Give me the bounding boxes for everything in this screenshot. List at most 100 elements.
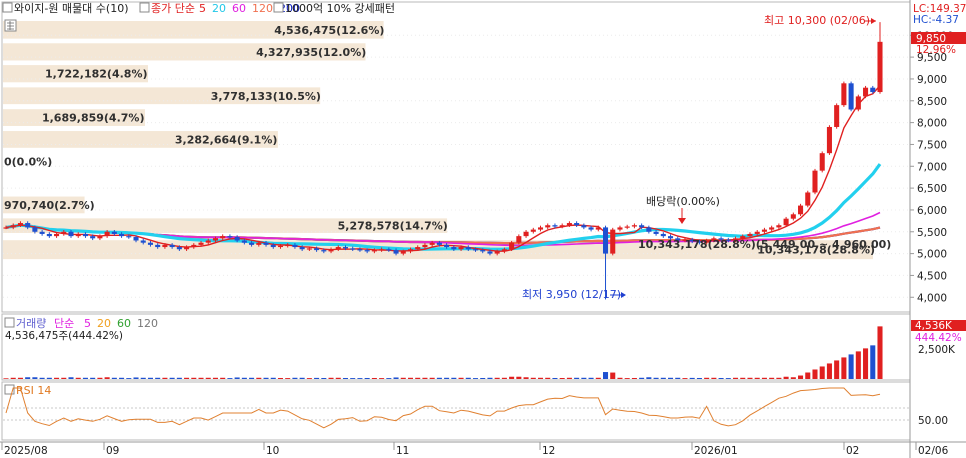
candle-body xyxy=(147,242,153,245)
price-tick-label: 5,500 xyxy=(917,227,947,239)
volume-bar xyxy=(602,372,609,379)
pattern-legend-label[interactable]: 1000억 10% 강세패턴 xyxy=(285,2,395,15)
volume-bar xyxy=(848,354,854,379)
candle-body xyxy=(198,242,204,245)
candle-body xyxy=(559,225,565,227)
price-tick-label: 9,000 xyxy=(917,74,947,86)
volume-bar xyxy=(877,326,883,379)
volume-bar xyxy=(364,377,370,379)
current-range-label: 10,343,178(28.8%)(5,449.00 ~ 4,960.00) xyxy=(638,238,891,251)
volume-bar xyxy=(328,377,334,379)
series-title[interactable]: 와이지-원 매물대 수(10) xyxy=(14,2,129,15)
volume-ma-label: 단순 xyxy=(54,317,74,330)
candle-body xyxy=(465,247,471,250)
candle-body xyxy=(97,236,103,239)
candle-body xyxy=(400,251,406,254)
volume-bar xyxy=(17,377,23,379)
pattern-checkbox[interactable] xyxy=(273,2,284,13)
volume-badge-pct: 444.42% xyxy=(915,332,962,344)
candle-body xyxy=(848,83,854,110)
volume-bar xyxy=(733,377,739,379)
volume-profile-label: 0(0.0%) xyxy=(4,155,52,168)
dividend-annotation: 배당락(0.00%) xyxy=(646,195,720,208)
volume-bar xyxy=(205,377,211,379)
candle-body xyxy=(104,231,110,237)
volume-profile-label: 5,278,578(14.7%) xyxy=(338,220,448,233)
volume-ma-period-120[interactable]: 120 xyxy=(137,317,158,330)
volume-ma-period-60[interactable]: 60 xyxy=(117,317,131,330)
candle-body xyxy=(429,242,435,245)
volume-bar xyxy=(465,377,471,379)
ma-period-20[interactable]: 20 xyxy=(212,2,226,15)
candle-body xyxy=(371,250,377,252)
candle-body xyxy=(819,153,825,171)
price-tick-label: 6,500 xyxy=(917,183,947,195)
candle-body xyxy=(407,249,414,252)
volume-bar xyxy=(754,377,760,379)
candle-body xyxy=(537,227,544,230)
volume-bar xyxy=(39,377,45,379)
candle-body xyxy=(256,242,262,245)
candle-body xyxy=(617,227,623,230)
volume-bar xyxy=(68,377,74,379)
volume-checkbox[interactable] xyxy=(4,317,15,328)
volume-bar xyxy=(249,377,255,379)
volume-bar xyxy=(104,377,110,379)
volume-bar xyxy=(675,377,681,379)
candle-body xyxy=(292,244,298,248)
candle-body xyxy=(140,240,146,243)
volume-bar xyxy=(357,378,363,379)
volume-bar xyxy=(400,377,406,379)
candle-body xyxy=(328,249,334,252)
volume-bar xyxy=(798,375,804,379)
legend-checkbox[interactable] xyxy=(2,2,13,13)
candle-body xyxy=(111,231,117,234)
candle-body xyxy=(516,236,522,243)
candle-body xyxy=(205,240,211,243)
volume-bar xyxy=(32,377,38,379)
volume-bar xyxy=(451,377,457,379)
volume-bar xyxy=(97,377,103,379)
ma-period-60[interactable]: 60 xyxy=(232,2,246,15)
volume-bar xyxy=(90,377,96,379)
price-tick-label: 8,000 xyxy=(917,118,947,130)
candle-body xyxy=(595,227,601,230)
candle-body xyxy=(631,225,637,227)
ma-legend-label[interactable]: 종가 단순 xyxy=(151,2,195,15)
ma-period-5[interactable]: 5 xyxy=(199,2,206,15)
volume-bar xyxy=(812,369,818,379)
volume-bar xyxy=(133,377,139,379)
volume-bar xyxy=(191,377,197,379)
volume-bar xyxy=(350,378,356,379)
volume-ma-period-5[interactable]: 5 xyxy=(84,317,91,330)
candle-body xyxy=(46,233,52,237)
volume-ma-period-20[interactable]: 20 xyxy=(97,317,111,330)
candle-body xyxy=(386,249,392,251)
volume-bar xyxy=(761,377,767,379)
volume-bar xyxy=(82,377,88,379)
candle-body xyxy=(364,250,370,252)
candle-body xyxy=(25,223,31,228)
volume-bar xyxy=(530,377,536,379)
x-axis-label: 12 xyxy=(542,445,555,457)
candle-body xyxy=(487,251,493,254)
candle-body xyxy=(646,227,652,232)
price-tick-label: 8,500 xyxy=(917,96,947,108)
candle-body xyxy=(863,87,869,97)
ma-period-120[interactable]: 120 xyxy=(252,2,273,15)
volume-bar xyxy=(263,377,269,379)
volume-title[interactable]: 거래량 xyxy=(16,317,46,330)
volume-tick: 2,500K xyxy=(918,344,956,356)
chart-svg[interactable]: 4,536,475(12.6%) 4,327,935(12.0%) 1,722,18… xyxy=(0,0,966,458)
volume-bar xyxy=(588,377,594,379)
volume-bar xyxy=(805,372,811,379)
volume-bar xyxy=(776,377,782,379)
x-axis-label: 2026/01 xyxy=(694,445,738,457)
candle-body xyxy=(335,247,341,250)
volume-bar xyxy=(140,377,146,379)
ma-checkbox[interactable] xyxy=(139,2,150,13)
rsi-tick: 50.00 xyxy=(918,415,948,427)
candle-body xyxy=(155,244,161,248)
volume-bar xyxy=(415,377,421,379)
volume-bar xyxy=(718,377,724,379)
